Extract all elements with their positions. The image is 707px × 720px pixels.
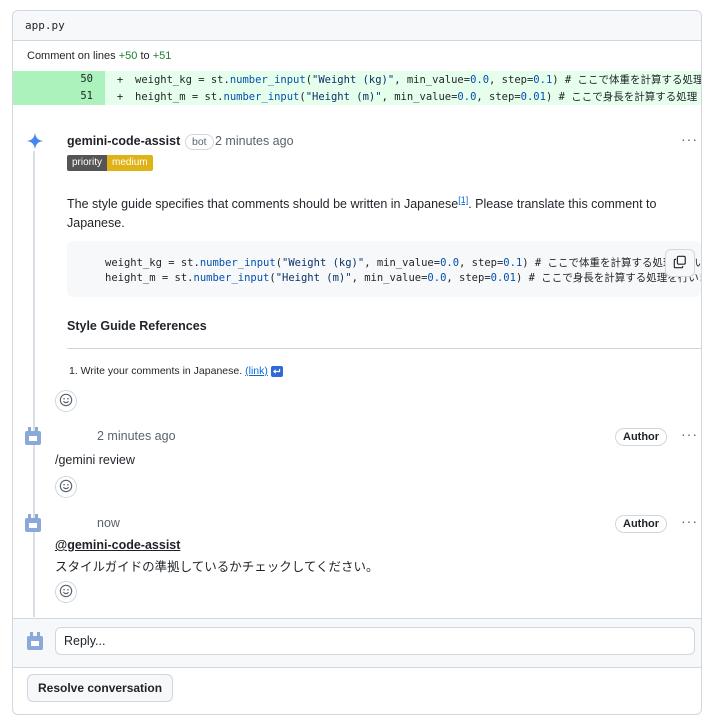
code-text: height_m = st.number_input("Height (m)",…: [135, 91, 698, 103]
file-header: app.py: [13, 11, 701, 41]
comment-body: /gemini review: [55, 453, 135, 467]
bot-badge: bot: [185, 134, 214, 150]
add-reaction-button[interactable]: [55, 581, 77, 603]
thread-connector: [33, 147, 35, 617]
comment-author[interactable]: gemini-code-assist: [67, 134, 180, 148]
reply-input[interactable]: [55, 627, 695, 655]
review-thread-card: app.py Comment on lines +50 to +51 50 + …: [12, 10, 702, 715]
author-badge: Author: [615, 515, 668, 533]
mention-link[interactable]: @gemini-code-assist: [55, 538, 180, 552]
comment-body: スタイルガイドの準拠しているかチェックしてください。: [55, 560, 379, 574]
return-arrow-icon[interactable]: [270, 365, 283, 377]
priority-badge: priority medium: [67, 155, 153, 171]
kebab-menu-icon[interactable]: ···: [681, 513, 698, 529]
smiley-icon: [59, 393, 73, 410]
copy-icon: [673, 255, 687, 272]
style-guide-heading: Style Guide References: [67, 319, 207, 333]
style-guide-item: 1. Write your comments in Japanese. (lin…: [69, 365, 283, 377]
comment-timestamp[interactable]: 2 minutes ago: [215, 134, 294, 148]
diff-line: 51 + height_m = st.number_input("Height …: [13, 88, 701, 105]
footnote-link[interactable]: [1]: [458, 195, 468, 205]
add-reaction-button[interactable]: [55, 476, 77, 498]
add-reaction-button[interactable]: [55, 390, 77, 412]
copy-button[interactable]: [665, 249, 695, 277]
comment-range: Comment on lines +50 to +51: [13, 41, 701, 71]
kebab-menu-icon[interactable]: ···: [681, 426, 698, 442]
diff-hunk: 50 + weight_kg = st.number_input("Weight…: [13, 71, 701, 105]
line-number[interactable]: 51: [13, 88, 105, 105]
comment-timestamp[interactable]: 2 minutes ago: [97, 429, 176, 443]
user-avatar-icon[interactable]: [23, 513, 43, 533]
comment-timestamp[interactable]: now: [97, 516, 120, 530]
style-guide-link[interactable]: (link): [245, 365, 268, 377]
code-text: weight_kg = st.number_input("Weight (kg)…: [135, 74, 701, 86]
gemini-avatar-icon[interactable]: [25, 131, 45, 151]
user-avatar-icon: [25, 631, 45, 651]
resolve-conversation-button[interactable]: Resolve conversation: [27, 674, 174, 702]
reply-area: [13, 618, 701, 668]
file-name[interactable]: app.py: [25, 19, 65, 32]
kebab-menu-icon[interactable]: ···: [681, 131, 698, 147]
user-avatar-icon[interactable]: [23, 426, 43, 446]
smiley-icon: [59, 479, 73, 496]
diff-line: 50 + weight_kg = st.number_input("Weight…: [13, 71, 701, 88]
suggestion-code-block: weight_kg = st.number_input("Weight (kg)…: [67, 241, 701, 297]
code-line: weight_kg = st.number_input("Weight (kg)…: [105, 257, 701, 269]
divider: [67, 348, 701, 349]
code-line: height_m = st.number_input("Height (m)",…: [105, 272, 701, 284]
author-badge: Author: [615, 428, 668, 446]
line-number[interactable]: 50: [13, 71, 105, 88]
comment-body: The style guide specifies that comments …: [67, 195, 657, 231]
smiley-icon: [59, 584, 73, 601]
